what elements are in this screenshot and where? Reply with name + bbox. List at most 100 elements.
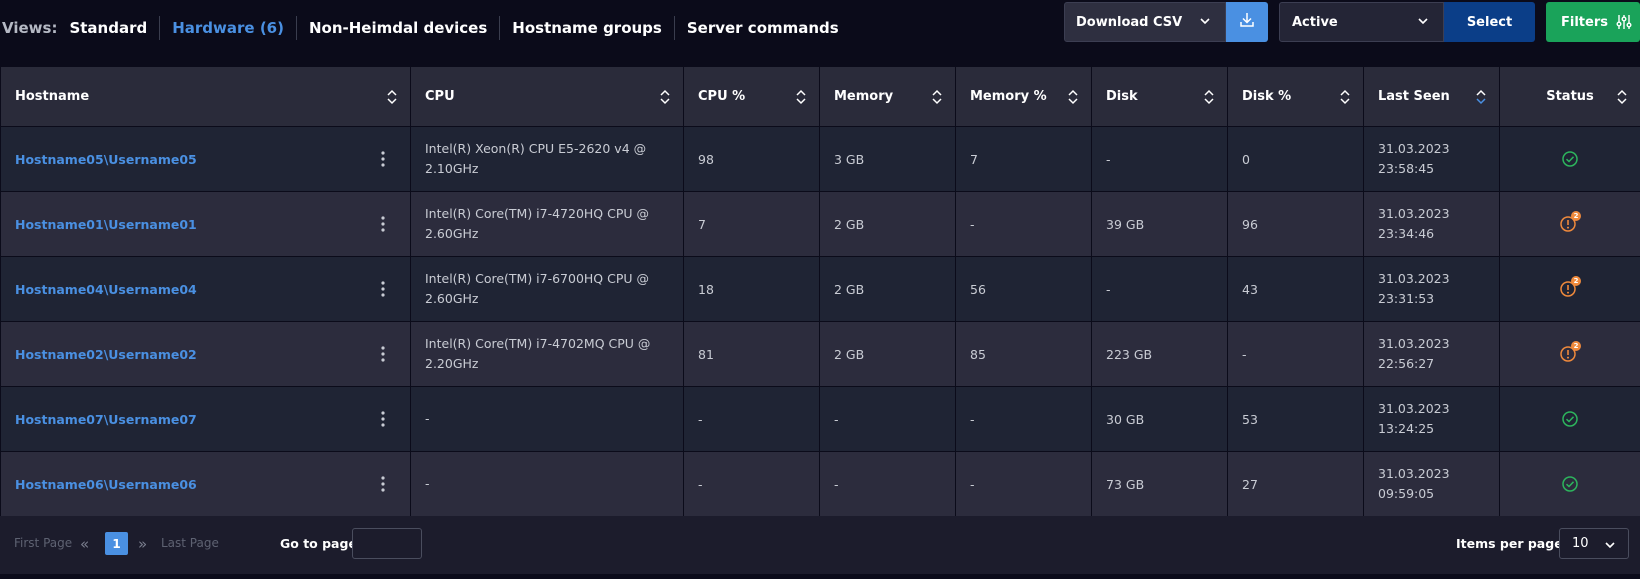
column-header-hostname[interactable]: Hostname [0, 66, 411, 127]
memory-value: 2 GB [834, 216, 865, 232]
hostname-link[interactable]: Hostname04\Username04 [15, 282, 197, 297]
hostname-cell: Hostname02\Username02 [0, 321, 411, 387]
view-tab-non-heimdal-devices[interactable]: Non-Heimdal devices [295, 16, 499, 40]
filters-label: Filters [1561, 14, 1608, 30]
column-header-memory[interactable]: Memory [819, 66, 956, 127]
table-row[interactable]: Hostname07\Username07 - - - - 30 GB 53 31.03.20… [0, 386, 1640, 452]
table-row[interactable]: Hostname01\Username01 Intel(R) Core(TM) i… [0, 191, 1640, 257]
check-circle-icon[interactable] [1561, 150, 1579, 168]
alert-count-badge: 2 [1573, 212, 1579, 220]
cpu-cell: Intel(R) Core(TM) i7-4702MQ CPU @ 2.20GH… [410, 321, 684, 387]
disk-percent-value: 27 [1242, 476, 1258, 492]
state-select[interactable]: Active [1279, 2, 1444, 42]
alert-count-badge: 2 [1573, 277, 1579, 285]
cpu-cell: Intel(R) Core(TM) i7-4720HQ CPU @ 2.60GH… [410, 191, 684, 257]
disk-percent-cell: - [1227, 321, 1364, 387]
more-options-icon[interactable] [380, 150, 386, 168]
more-options-icon[interactable] [380, 475, 386, 493]
table-row[interactable]: Hostname02\Username02 Intel(R) Core(TM) i… [0, 321, 1640, 387]
disk-percent-value: 53 [1242, 411, 1258, 427]
table-row[interactable]: Hostname06\Username06 - - - - 73 GB 27 31.03.20… [0, 451, 1640, 517]
double-chevron-left-icon[interactable]: « [80, 535, 89, 553]
last-seen-cell: 31.03.2023 09:59:05 [1363, 451, 1500, 517]
last-seen-date: 31.03.2023 [1378, 466, 1450, 481]
filters-button[interactable]: Filters [1546, 2, 1640, 42]
go-to-page-input[interactable] [352, 528, 422, 559]
cpu-percent-value: 98 [698, 151, 714, 167]
warning-circle-icon[interactable]: 2 [1560, 211, 1581, 233]
last-seen-cell: 31.03.2023 23:34:46 [1363, 191, 1500, 257]
table-row[interactable]: Hostname04\Username04 Intel(R) Core(TM) i… [0, 256, 1640, 322]
hostname-link[interactable]: Hostname07\Username07 [15, 412, 197, 427]
memory-percent-value: 56 [970, 281, 986, 297]
hostname-link[interactable]: Hostname01\Username01 [15, 217, 197, 232]
memory-cell: - [819, 451, 956, 517]
view-tab-standard[interactable]: Standard [69, 16, 159, 40]
disk-cell: 223 GB [1091, 321, 1228, 387]
check-circle-icon[interactable] [1561, 410, 1579, 428]
last-seen-time: 13:24:25 [1378, 421, 1435, 436]
last-seen-time: 23:34:46 [1378, 226, 1435, 241]
more-options-icon[interactable] [380, 215, 386, 233]
cpu-percent-cell: 81 [683, 321, 820, 387]
cpu-percent-cell: 18 [683, 256, 820, 322]
items-per-page-select[interactable]: 10 [1559, 528, 1629, 559]
memory-percent-value: - [970, 411, 975, 427]
hardware-table: Hostname CPU CPU % Memory Memory % Disk … [0, 66, 1640, 517]
memory-value: - [834, 476, 839, 492]
sort-icon [387, 89, 397, 105]
table-header-row: Hostname CPU CPU % Memory Memory % Disk … [0, 66, 1640, 127]
more-options-icon[interactable] [380, 410, 386, 428]
cpu-value: Intel(R) Core(TM) i7-4720HQ CPU @ 2.60GH… [425, 206, 650, 241]
hostname-link[interactable]: Hostname02\Username02 [15, 347, 197, 362]
last-seen-time: 22:56:27 [1378, 356, 1435, 371]
last-seen-time: 09:59:05 [1378, 486, 1435, 501]
more-options-icon[interactable] [380, 280, 386, 298]
memory-percent-cell: 85 [955, 321, 1092, 387]
memory-percent-cell: - [955, 386, 1092, 452]
cpu-value: Intel(R) Xeon(R) CPU E5-2620 v4 @ 2.10GH… [425, 141, 647, 176]
hostname-link[interactable]: Hostname06\Username06 [15, 477, 197, 492]
table-body: Hostname05\Username05 Intel(R) Xeon(R) CP… [0, 126, 1640, 517]
memory-value: 3 GB [834, 151, 865, 167]
first-page-link[interactable]: First Page [14, 536, 72, 550]
memory-percent-cell: 56 [955, 256, 1092, 322]
warning-circle-icon[interactable]: 2 [1560, 276, 1581, 298]
column-header-disk[interactable]: Disk [1091, 66, 1228, 127]
column-header-disk-percent[interactable]: Disk % [1227, 66, 1364, 127]
last-seen-time: 23:31:53 [1378, 291, 1435, 306]
download-button[interactable] [1226, 2, 1268, 42]
select-button[interactable]: Select [1444, 2, 1535, 42]
page-number-current[interactable]: 1 [105, 532, 128, 555]
more-options-icon[interactable] [380, 345, 386, 363]
memory-percent-value: 85 [970, 346, 986, 362]
memory-value: - [834, 411, 839, 427]
disk-cell: 39 GB [1091, 191, 1228, 257]
check-circle-icon[interactable] [1561, 475, 1579, 493]
view-tab-server-commands[interactable]: Server commands [673, 16, 851, 40]
sort-descending-icon [1476, 89, 1486, 105]
sort-icon [1340, 89, 1350, 105]
last-seen-date: 31.03.2023 [1378, 141, 1450, 156]
memory-cell: 3 GB [819, 126, 956, 192]
last-page-link[interactable]: Last Page [161, 536, 219, 550]
cpu-value: Intel(R) Core(TM) i7-4702MQ CPU @ 2.20GH… [425, 336, 651, 371]
sort-icon [1068, 89, 1078, 105]
double-chevron-right-icon[interactable]: » [138, 535, 147, 553]
column-header-last-seen[interactable]: Last Seen [1363, 66, 1500, 127]
go-to-page-label: Go to page: [280, 536, 362, 551]
column-header-cpu[interactable]: CPU [410, 66, 684, 127]
view-tab-hardware[interactable]: Hardware (6) [159, 16, 296, 40]
download-csv-dropdown[interactable]: Download CSV [1064, 2, 1226, 42]
pagination-bar: First Page « 1 » Last Page Go to page: I… [0, 516, 1640, 574]
hostname-link[interactable]: Hostname05\Username05 [15, 152, 197, 167]
disk-value: - [1106, 151, 1111, 167]
hostname-cell: Hostname07\Username07 [0, 386, 411, 452]
cpu-cell: - [410, 386, 684, 452]
table-row[interactable]: Hostname05\Username05 Intel(R) Xeon(R) CP… [0, 126, 1640, 192]
column-header-memory-percent[interactable]: Memory % [955, 66, 1092, 127]
view-tab-hostname-groups[interactable]: Hostname groups [499, 16, 674, 40]
warning-circle-icon[interactable]: 2 [1560, 341, 1581, 363]
column-header-cpu-percent[interactable]: CPU % [683, 66, 820, 127]
column-header-status[interactable]: Status [1499, 66, 1640, 127]
